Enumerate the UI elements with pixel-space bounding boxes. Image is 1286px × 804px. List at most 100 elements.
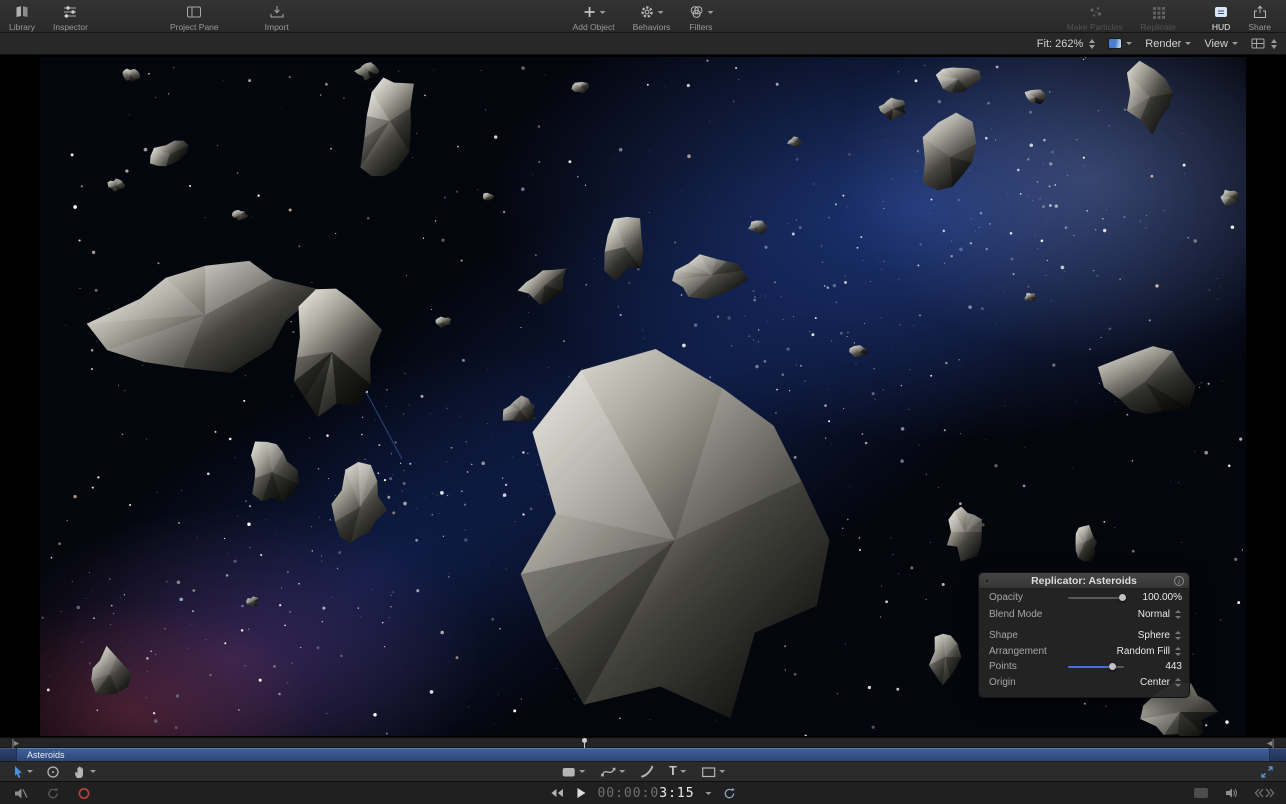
bezier-tool-button[interactable] (600, 765, 625, 778)
chevron-down-icon (1232, 42, 1238, 45)
zoom-fit-value: Fit: 262% (1037, 38, 1083, 50)
tools-left-group (0, 765, 96, 779)
loop-playback-button[interactable] (46, 787, 60, 800)
toolbar-left-group: Library Inspector Project Pane Import (0, 0, 298, 32)
expand-diagonal-arrows-icon (1260, 765, 1274, 779)
zoom-fit-control[interactable]: Fit: 262% (1037, 38, 1095, 50)
hud-titlebar[interactable]: Replicator: Asteroids i (979, 573, 1189, 589)
points-label: Points (989, 661, 1017, 672)
make-particles-label: Make Particles (1067, 22, 1123, 32)
bezier-curve-icon (600, 765, 616, 778)
share-icon (1252, 5, 1268, 19)
arrangement-label: Arrangement (989, 646, 1047, 657)
timecode-menu-chevron-icon[interactable] (706, 792, 712, 795)
behaviors-button[interactable]: Behaviors (624, 0, 680, 33)
audio-volume-button[interactable] (1224, 787, 1239, 799)
origin-value: Center (1120, 677, 1170, 688)
select-tool-button[interactable] (12, 765, 33, 779)
record-button[interactable] (77, 787, 91, 800)
timeline-zoom-chevrons-icon[interactable] (1254, 788, 1275, 798)
color-channels-icon (1108, 38, 1122, 49)
import-label: Import (265, 22, 289, 32)
popup-chevron-icon[interactable] (1175, 631, 1182, 640)
share-button[interactable]: Share (1239, 0, 1280, 32)
timeline-track-asteroids[interactable]: Asteroids (0, 748, 1286, 761)
adjust-tool-button[interactable] (46, 765, 60, 779)
track-left-cap (0, 748, 17, 761)
stepper-icon[interactable] (1089, 39, 1095, 49)
shape-tool-button[interactable] (701, 766, 725, 778)
chevron-down-icon (1126, 42, 1132, 45)
rectangle-outline-icon (701, 766, 716, 778)
import-button[interactable]: Import (256, 0, 298, 32)
hud-row-origin: Origin Center (979, 675, 1189, 691)
popup-chevron-icon[interactable] (1175, 647, 1182, 656)
stepper-icon[interactable] (1271, 39, 1277, 49)
mute-audio-button[interactable] (13, 787, 29, 800)
track-right-cap (1269, 748, 1286, 761)
paint-stroke-tool-button[interactable] (640, 765, 654, 778)
text-tool-button[interactable]: T (669, 765, 686, 778)
add-object-button[interactable]: Add Object (564, 0, 624, 33)
hud-icon (1213, 5, 1229, 19)
pan-tool-button[interactable] (73, 765, 96, 779)
channels-button[interactable] (1108, 38, 1132, 49)
behaviors-label: Behaviors (633, 22, 671, 32)
replicate-label: Replicate (1140, 22, 1175, 32)
inspector-button[interactable]: Inspector (44, 0, 97, 32)
circle-anchor-icon (46, 765, 60, 779)
behaviors-gear-icon (640, 5, 655, 19)
view-dropdown[interactable]: View (1204, 38, 1238, 50)
chevron-down-icon (1185, 42, 1191, 45)
transport-right-group (1193, 787, 1286, 799)
rectangle-mask-tool-button[interactable] (561, 766, 585, 778)
shape-label: Shape (989, 630, 1018, 641)
replicate-button[interactable]: Replicate (1131, 0, 1184, 32)
points-slider[interactable] (1068, 662, 1124, 671)
points-value: 443 (1132, 661, 1182, 672)
filters-icon (688, 5, 704, 19)
render-dropdown[interactable]: Render (1145, 38, 1191, 50)
popup-chevron-icon[interactable] (1175, 678, 1182, 687)
hud-title: Replicator: Asteroids (1031, 575, 1137, 587)
out-point-marker-icon[interactable] (1266, 739, 1274, 748)
shape-value: Sphere (1120, 630, 1170, 641)
expand-timing-button[interactable] (1260, 765, 1274, 779)
add-object-icon (582, 5, 596, 19)
chevron-down-icon (579, 770, 585, 773)
opacity-value: 100.00% (1132, 592, 1182, 603)
chevron-down-icon (599, 11, 605, 14)
blend-mode-label: Blend Mode (989, 609, 1042, 620)
mini-timeline-ruler[interactable] (0, 737, 1286, 748)
filters-button[interactable]: Filters (679, 0, 722, 33)
previous-frame-button[interactable] (549, 788, 564, 798)
hud-button[interactable]: HUD (1203, 0, 1239, 32)
chevron-down-icon (680, 770, 686, 773)
hud-panel[interactable]: Replicator: Asteroids i Opacity 100.00% … (978, 572, 1190, 698)
transport-bar: 00:00:0 3:15 (0, 781, 1286, 804)
make-particles-button[interactable]: Make Particles (1058, 0, 1132, 32)
project-pane-icon (186, 5, 202, 19)
hud-close-dot-icon[interactable] (984, 578, 990, 584)
timecode-display[interactable]: 00:00:0 3:15 (597, 786, 694, 801)
in-point-marker-icon[interactable] (12, 739, 20, 748)
rounded-rect-icon (561, 766, 576, 778)
hand-icon (73, 765, 87, 779)
popup-chevron-icon[interactable] (1175, 610, 1182, 619)
tools-center-group: T (561, 765, 725, 778)
canvas-viewport[interactable]: Replicator: Asteroids i Opacity 100.00% … (0, 55, 1286, 737)
hud-row-points: Points 443 (979, 659, 1189, 675)
display-output-button[interactable] (1193, 787, 1209, 799)
add-object-label: Add Object (573, 22, 615, 32)
opacity-slider[interactable] (1068, 593, 1124, 602)
project-pane-button[interactable]: Project Pane (161, 0, 228, 32)
library-button[interactable]: Library (0, 0, 44, 32)
chevron-down-icon (27, 770, 33, 773)
play-button[interactable] (575, 787, 586, 799)
chevron-down-icon (90, 770, 96, 773)
update-loop-button[interactable] (723, 787, 737, 800)
layout-control[interactable] (1251, 38, 1277, 49)
info-icon[interactable]: i (1174, 576, 1184, 586)
inspector-icon (62, 5, 78, 19)
origin-label: Origin (989, 677, 1016, 688)
